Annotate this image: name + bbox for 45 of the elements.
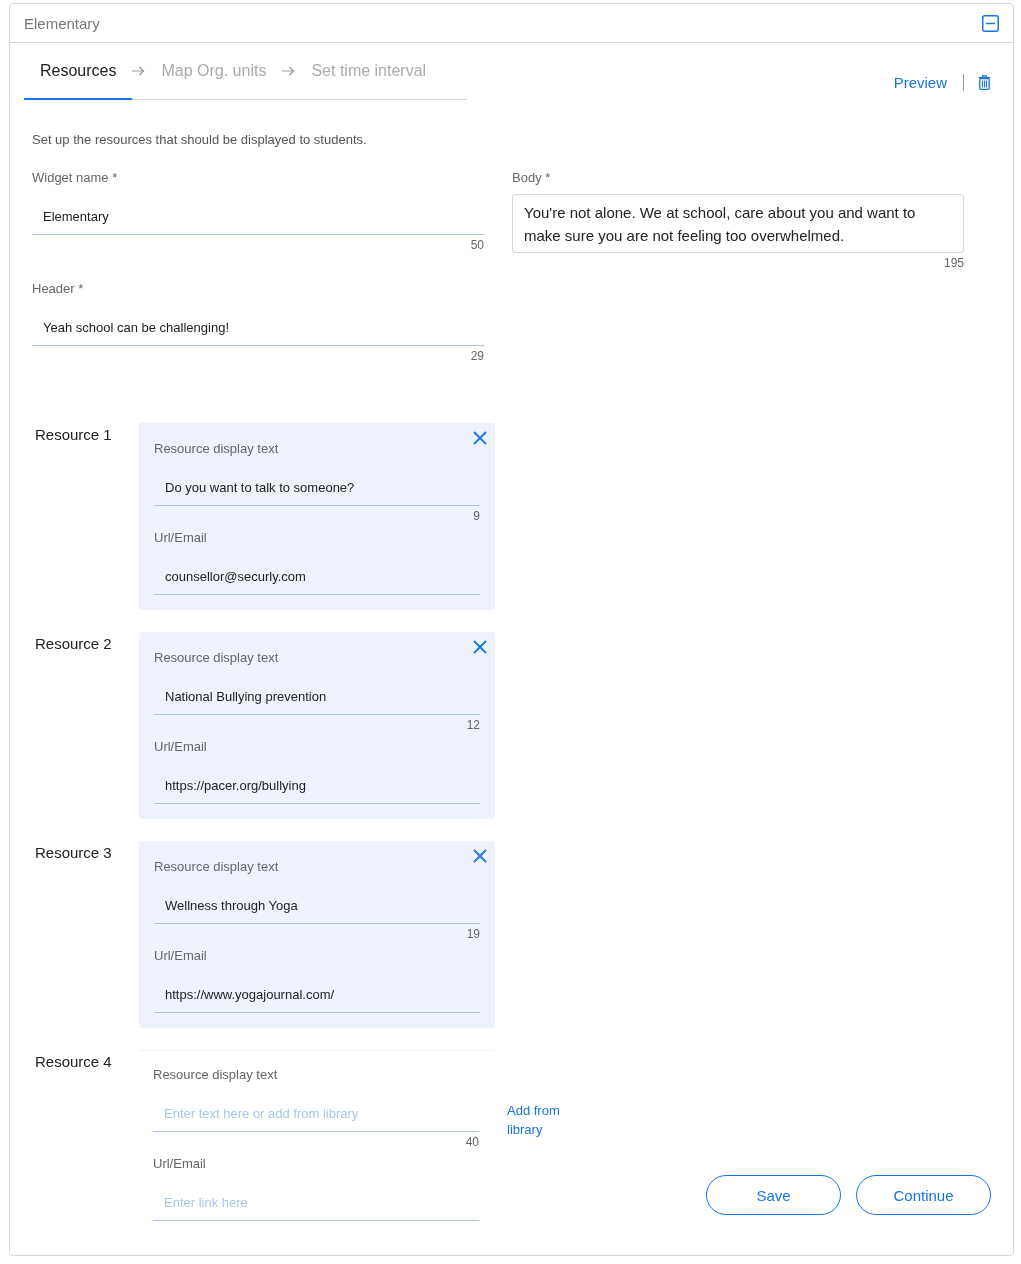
- collapse-icon[interactable]: [982, 14, 999, 32]
- body-field[interactable]: You're not alone. We at school, care about you and want to make sure you are not feeling too overwhelmed.: [512, 194, 964, 253]
- action-button[interactable]: Continue: [856, 1175, 991, 1215]
- field-label: Url/Email: [153, 1156, 206, 1172]
- display-text-field[interactable]: National Bullying prevention: [154, 678, 480, 715]
- field-label: Header *: [32, 281, 84, 297]
- url-field[interactable]: counsellor@securly.com: [154, 558, 480, 595]
- field-label: Url/Email: [154, 948, 207, 964]
- field-label: Widget name *: [32, 170, 118, 186]
- display-text-field[interactable]: Do you want to talk to someone?: [154, 469, 480, 506]
- close-icon[interactable]: [473, 640, 487, 654]
- arrow-icon: [132, 66, 146, 76]
- character-counter: 195: [943, 256, 964, 270]
- field-label: Url/Email: [154, 530, 207, 546]
- character-counter: 29: [470, 348, 484, 364]
- character-counter: 12: [466, 717, 480, 733]
- resource-title: Resource 2: [35, 635, 112, 653]
- resource-title: Resource 1: [35, 426, 112, 444]
- character-counter: 9: [473, 508, 480, 524]
- field-label: Resource display text: [153, 1067, 278, 1083]
- panel-title: Elementary: [24, 14, 100, 32]
- arrow-icon: [282, 66, 296, 76]
- url-field[interactable]: https://pacer.org/bullying: [154, 767, 480, 804]
- step-tab[interactable]: Resources: [24, 43, 133, 100]
- action-button[interactable]: Save: [706, 1175, 841, 1215]
- resource-title: Resource 4: [35, 1053, 112, 1071]
- close-icon[interactable]: [473, 849, 487, 863]
- display-text-field[interactable]: Wellness through Yoga: [154, 887, 480, 924]
- trash-icon[interactable]: [978, 75, 991, 90]
- field-label: Url/Email: [154, 739, 207, 755]
- resource-title: Resource 3: [35, 844, 112, 862]
- header-field[interactable]: Yeah school can be challenging!: [32, 309, 484, 346]
- url-field[interactable]: https://www.yogajournal.com/: [154, 976, 480, 1013]
- character-counter: 40: [465, 1134, 479, 1150]
- add-from-library-link[interactable]: Add from library: [507, 1101, 567, 1139]
- preview-link[interactable]: Preview: [893, 74, 947, 91]
- field-label: Resource display text: [154, 859, 279, 875]
- field-label: Resource display text: [154, 650, 279, 666]
- field-label: Resource display text: [154, 441, 279, 457]
- character-counter: 19: [466, 926, 480, 942]
- intro-text: Set up the resources that should be displayed to students.: [32, 132, 368, 148]
- widget-name-field[interactable]: Elementary: [32, 198, 484, 235]
- field-label: Body *: [512, 170, 551, 186]
- close-icon[interactable]: [473, 431, 487, 445]
- character-counter: 50: [470, 237, 484, 253]
